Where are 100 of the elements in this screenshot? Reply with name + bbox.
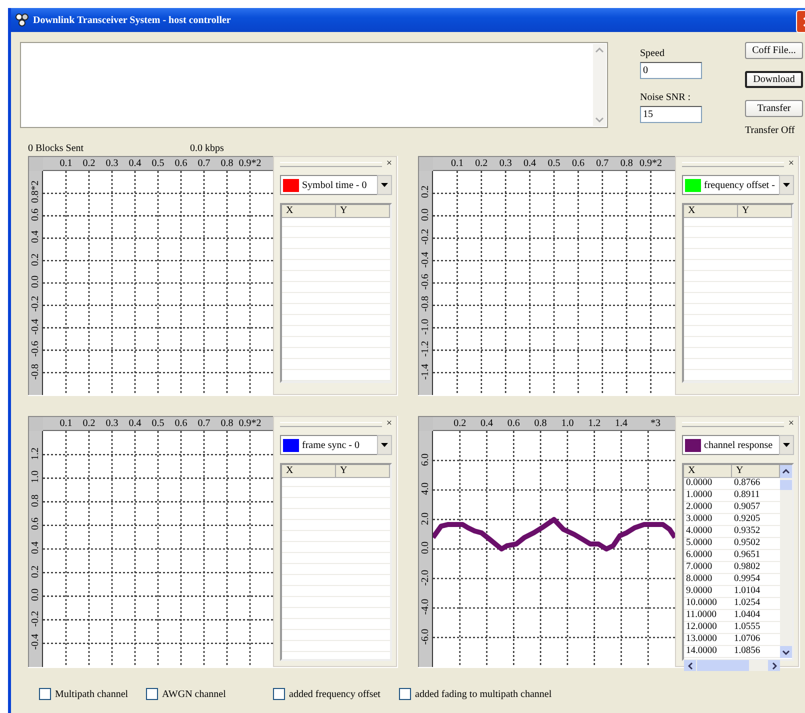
x-tick-label: 0.8 bbox=[220, 418, 234, 430]
axis-multiplier: *3 bbox=[650, 418, 660, 430]
push-button[interactable]: Download bbox=[745, 71, 803, 88]
x-tick-label: 0.5 bbox=[548, 158, 560, 170]
table-cell-text: 1.0254 bbox=[733, 598, 762, 609]
table-cell-text: 7.0000 bbox=[685, 562, 714, 573]
scrollbar[interactable] bbox=[593, 44, 606, 126]
series-dropdown[interactable]: frequency offset - bbox=[682, 175, 794, 195]
table-cell-text: 1.0104 bbox=[733, 586, 762, 597]
y-tick-label: 0.2 bbox=[30, 253, 42, 266]
transfer-status: Transfer Off bbox=[745, 125, 796, 136]
x-tick-label: 0.9*2 bbox=[640, 158, 662, 170]
series-dropdown[interactable]: channel response bbox=[682, 435, 794, 455]
horizontal-scrollbar[interactable] bbox=[684, 660, 780, 671]
x-tick-label: 0.8 bbox=[534, 418, 547, 430]
series-dropdown[interactable]: Symbol time - 0 bbox=[280, 175, 392, 195]
table-cell-text: 3.0000 bbox=[685, 514, 714, 525]
table-cell-text: 1.0404 bbox=[733, 610, 762, 621]
table-cell-text: 0.8766 bbox=[733, 478, 762, 489]
checkbox-label: added frequency offset bbox=[289, 688, 380, 700]
x-tick-label: 0.2 bbox=[82, 158, 96, 170]
table-cell-text: 1.0000 bbox=[685, 490, 714, 501]
table-cell-text: 0.9802 bbox=[733, 562, 762, 573]
table-cell-text: 0.9651 bbox=[733, 550, 762, 561]
checkbox-label: added fading to multipath channel bbox=[415, 688, 552, 700]
scroll-up-button[interactable] bbox=[780, 465, 792, 478]
table-cell-text: 1.0555 bbox=[733, 622, 762, 633]
checkbox[interactable] bbox=[273, 688, 285, 700]
y-tick-label: -0.2 bbox=[30, 296, 42, 312]
field-label: Noise SNR : bbox=[640, 92, 692, 104]
dropdown-button[interactable] bbox=[779, 435, 794, 455]
dropdown-button[interactable] bbox=[377, 175, 392, 195]
dropdown-button[interactable] bbox=[377, 435, 392, 455]
close-button[interactable]: × bbox=[386, 159, 392, 169]
x-tick-label: 1.4 bbox=[614, 418, 628, 430]
vertical-scrollbar[interactable] bbox=[780, 478, 792, 658]
column-header[interactable]: Y bbox=[738, 205, 792, 218]
table-cell-text: 0.9954 bbox=[733, 574, 762, 585]
y-tick-label: -1.4 bbox=[420, 363, 432, 380]
scroll-thumb[interactable] bbox=[780, 480, 792, 490]
x-tick-label: 0.2 bbox=[475, 158, 488, 170]
table-cell-text: 11.0000 bbox=[685, 610, 718, 621]
scroll-thumb[interactable] bbox=[697, 660, 749, 671]
push-button[interactable]: Transfer bbox=[745, 100, 803, 117]
input-field[interactable]: 0 bbox=[640, 62, 702, 79]
y-tick-label: 0.2 bbox=[30, 565, 42, 578]
y-tick-label: -0.4 bbox=[30, 318, 42, 335]
column-header[interactable]: X bbox=[282, 205, 336, 218]
table-cell-text: 4.0000 bbox=[685, 526, 714, 537]
rate-label: 0.0 kbps bbox=[190, 142, 224, 154]
caret-icon bbox=[783, 443, 790, 447]
checkbox[interactable] bbox=[39, 688, 51, 700]
scroll-down-button[interactable] bbox=[780, 646, 792, 658]
scroll-left-button[interactable] bbox=[684, 660, 696, 671]
y-tick-label: 0.0 bbox=[420, 542, 432, 554]
scroll-right-button[interactable] bbox=[768, 660, 780, 671]
table-cell-text: 8.0000 bbox=[685, 574, 714, 585]
column-header[interactable]: Y bbox=[336, 205, 390, 218]
x-tick-label: 0.6 bbox=[174, 158, 188, 170]
x-tick-label: 0.3 bbox=[499, 158, 512, 170]
y-tick-label: -0.2 bbox=[30, 610, 42, 627]
close-button[interactable]: × bbox=[386, 419, 392, 429]
column-header[interactable]: X bbox=[282, 465, 336, 478]
y-tick-label: 0.0 bbox=[30, 588, 42, 602]
series-dropdown[interactable]: frame sync - 0 bbox=[280, 435, 392, 455]
y-tick-label: 0.6 bbox=[30, 518, 42, 530]
x-tick-label: 0.2 bbox=[82, 418, 96, 430]
x-tick-label: 0.7 bbox=[596, 158, 609, 170]
y-tick-label: 0.6 bbox=[30, 208, 42, 221]
x-tick-label: 0.5 bbox=[152, 158, 164, 170]
y-tick-label: 2.0 bbox=[420, 512, 432, 525]
push-button[interactable]: Coff File... bbox=[745, 42, 803, 59]
dropdown-button[interactable] bbox=[779, 175, 794, 195]
column-header[interactable]: X bbox=[684, 465, 732, 478]
checkbox[interactable] bbox=[146, 688, 158, 700]
x-tick-label: 0.1 bbox=[450, 158, 464, 170]
close-button[interactable]: × bbox=[788, 159, 794, 169]
y-tick-label: -2.0 bbox=[420, 569, 432, 586]
x-tick-label: 0.8 bbox=[620, 158, 633, 170]
input-field[interactable]: 15 bbox=[640, 106, 702, 123]
y-tick-label: -0.8 bbox=[30, 363, 42, 380]
y-tick-label: 0.4 bbox=[30, 542, 42, 554]
y-tick-label: -6.0 bbox=[420, 628, 432, 644]
table-cell-text: 9.0000 bbox=[685, 586, 714, 597]
y-tick-label: 0.0 bbox=[420, 208, 432, 221]
checkbox[interactable] bbox=[399, 688, 411, 700]
table-cell-text: 14.0000 bbox=[685, 646, 718, 657]
y-tick-label: 1.0 bbox=[30, 470, 42, 484]
log-area[interactable] bbox=[20, 42, 608, 128]
x-tick-label: 0.4 bbox=[524, 158, 536, 170]
x-tick-label: 0.8 bbox=[220, 158, 234, 170]
column-header[interactable]: Y bbox=[336, 465, 390, 478]
column-header[interactable]: X bbox=[684, 205, 738, 218]
y-tick-label: -0.4 bbox=[420, 251, 432, 268]
y-tick-label: 6.0 bbox=[420, 453, 432, 466]
x-tick-label: 0.4 bbox=[480, 418, 494, 430]
table-cell-text: 10.0000 bbox=[685, 598, 718, 609]
y-tick-label: 0.2 bbox=[420, 186, 432, 198]
close-button[interactable]: × bbox=[788, 419, 794, 429]
caret-icon bbox=[381, 183, 388, 187]
